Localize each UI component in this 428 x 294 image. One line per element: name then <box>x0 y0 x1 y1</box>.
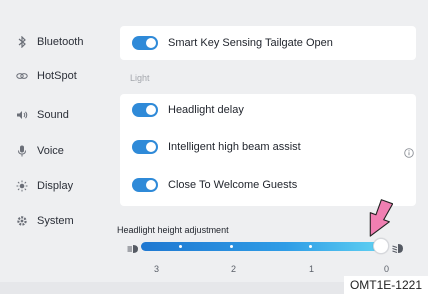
slider-step-dot <box>309 245 312 248</box>
info-icon[interactable] <box>404 145 414 163</box>
headlight-height-title: Headlight height adjustment <box>117 225 229 235</box>
sidebar-item-hotspot[interactable]: HotSpot <box>16 66 77 86</box>
slider-tick-label: 2 <box>231 264 237 274</box>
slider-step-dot <box>179 245 182 248</box>
bluetooth-icon <box>16 36 28 48</box>
figure-caption: OMT1E-1221 <box>343 276 428 294</box>
sidebar-item-label: Voice <box>37 145 64 157</box>
display-icon <box>16 180 28 192</box>
sidebar-item-system[interactable]: System <box>16 211 74 231</box>
system-icon <box>16 215 28 227</box>
sidebar-item-label: Sound <box>37 109 69 121</box>
light-section-label: Light <box>130 73 150 83</box>
sidebar-item-label: Bluetooth <box>37 36 84 48</box>
slider-tick-label: 0 <box>384 264 390 274</box>
headlight-delay-toggle[interactable] <box>132 103 158 117</box>
headlight-high-icon <box>127 241 139 259</box>
settings-screen: Bluetooth HotSpot Sound Voice Display Sy… <box>0 0 428 294</box>
tailgate-toggle-label: Smart Key Sensing Tailgate Open <box>168 37 333 49</box>
sidebar-item-voice[interactable]: Voice <box>16 141 64 161</box>
slider-step-dot <box>230 245 233 248</box>
sound-icon <box>16 109 28 121</box>
sidebar-item-sound[interactable]: Sound <box>16 105 69 125</box>
annotation-arrow-icon <box>365 198 394 245</box>
sidebar-item-label: HotSpot <box>37 70 77 82</box>
tailgate-toggle[interactable] <box>132 36 158 50</box>
tailgate-panel: Smart Key Sensing Tailgate Open <box>120 26 416 60</box>
headlight-delay-row[interactable]: Headlight delay <box>132 100 244 120</box>
high-beam-assist-toggle[interactable] <box>132 140 158 154</box>
sidebar-item-label: System <box>37 215 74 227</box>
sidebar-item-bluetooth[interactable]: Bluetooth <box>16 32 83 52</box>
headlight-delay-label: Headlight delay <box>168 104 244 116</box>
welcome-guests-label: Close To Welcome Guests <box>168 179 298 191</box>
light-panel: Headlight delay Intelligent high beam as… <box>120 94 416 206</box>
voice-icon <box>16 145 28 157</box>
welcome-guests-row[interactable]: Close To Welcome Guests <box>132 175 297 195</box>
tailgate-toggle-row[interactable]: Smart Key Sensing Tailgate Open <box>132 33 333 53</box>
sidebar: Bluetooth HotSpot Sound Voice Display Sy… <box>0 0 110 294</box>
high-beam-assist-row[interactable]: Intelligent high beam assist <box>132 137 301 157</box>
headlight-low-icon <box>392 241 404 259</box>
sidebar-item-display[interactable]: Display <box>16 176 73 196</box>
hotspot-icon <box>16 70 28 82</box>
high-beam-assist-label: Intelligent high beam assist <box>168 141 301 153</box>
welcome-guests-toggle[interactable] <box>132 178 158 192</box>
headlight-height-slider[interactable] <box>141 238 389 254</box>
slider-tick-label: 1 <box>309 264 315 274</box>
slider-tick-label: 3 <box>154 264 160 274</box>
sidebar-item-label: Display <box>37 180 74 192</box>
